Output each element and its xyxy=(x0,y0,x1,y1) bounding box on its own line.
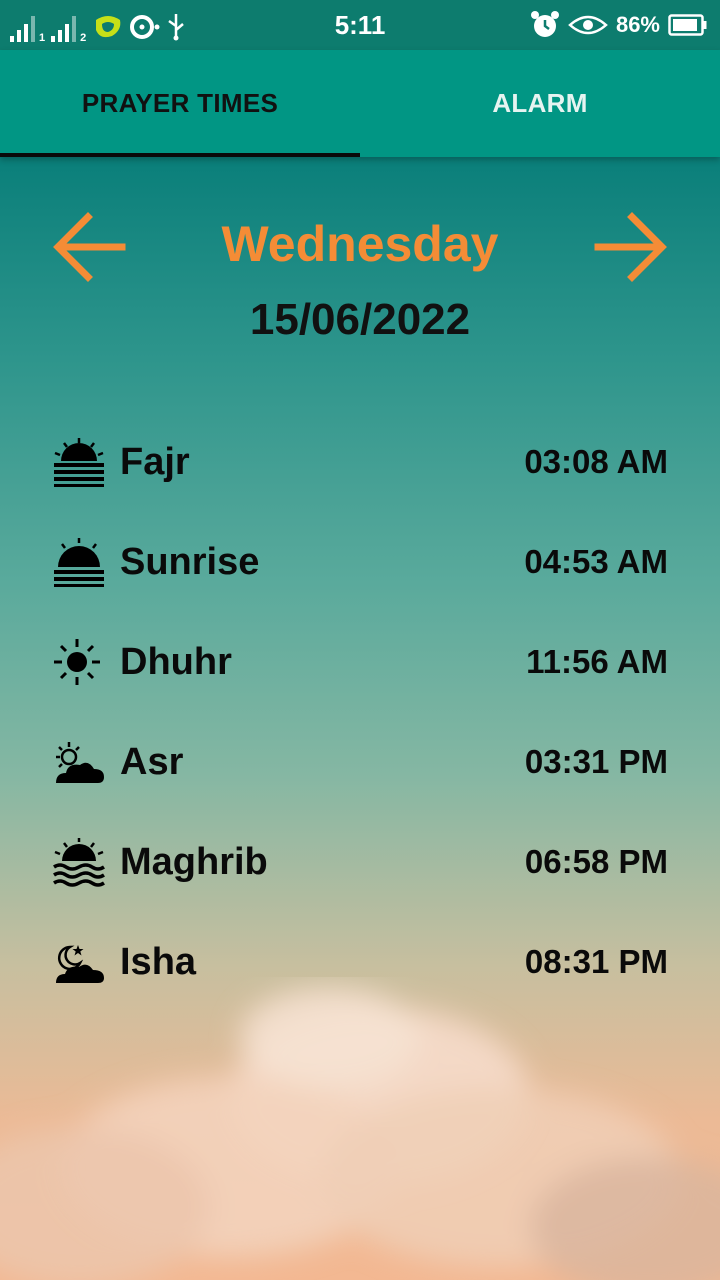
prayer-row-maghrib: Maghrib 06:58 PM xyxy=(0,827,720,897)
prayer-time: 04:53 AM xyxy=(524,543,668,580)
prayer-row-asr: Asr 03:31 PM xyxy=(0,727,720,797)
prayer-time: 03:08 AM xyxy=(524,443,668,480)
prayer-name: Asr xyxy=(120,741,184,783)
date-label: 15/06/2022 xyxy=(249,295,471,344)
sunset-waves-icon xyxy=(53,838,105,887)
prayer-time: 11:56 AM xyxy=(526,643,668,680)
prayer-row-dhuhr: Dhuhr 11:56 AM xyxy=(0,627,720,697)
clouds-background xyxy=(0,987,720,1280)
battery-percent: 86% xyxy=(615,12,660,37)
status-bar: 1 2 5:11 86% xyxy=(0,0,720,50)
alarm-clock-icon xyxy=(530,11,559,37)
eye-icon xyxy=(568,15,608,35)
prayer-name: Isha xyxy=(120,941,197,983)
tab-bar: PRAYER TIMES ALARM xyxy=(0,50,720,157)
prayer-time: 08:31 PM xyxy=(524,943,668,980)
tab-indicator xyxy=(0,153,360,157)
moon-cloud-icon xyxy=(56,945,104,983)
battery-icon xyxy=(668,14,707,36)
prayer-row-fajr: Fajr 03:08 AM xyxy=(0,427,720,497)
status-right-icons: 86% xyxy=(530,8,708,42)
sun-icon xyxy=(54,639,100,685)
prayer-name: Fajr xyxy=(120,441,190,483)
prayer-time: 03:31 PM xyxy=(524,743,668,780)
prayer-name: Maghrib xyxy=(120,841,268,883)
prayer-name: Dhuhr xyxy=(120,641,232,683)
tab-alarm[interactable]: ALARM xyxy=(360,50,720,157)
day-name: Wednesday xyxy=(221,216,499,272)
tab-prayer-times[interactable]: PRAYER TIMES xyxy=(0,50,360,157)
prayer-time: 06:58 PM xyxy=(524,843,668,880)
prayer-row-isha: Isha 08:31 PM xyxy=(0,927,720,997)
sun-cloud-icon xyxy=(56,742,104,783)
prayer-row-sunrise: Sunrise 04:53 AM xyxy=(0,527,720,597)
prayer-times-panel: Wednesday 15/06/2022 Fajr 03:08 AM Sunri… xyxy=(0,157,720,1280)
fajr-sunrise-lines-icon xyxy=(54,438,104,487)
sunrise-icon xyxy=(54,538,104,587)
prayer-name: Sunrise xyxy=(120,541,260,583)
